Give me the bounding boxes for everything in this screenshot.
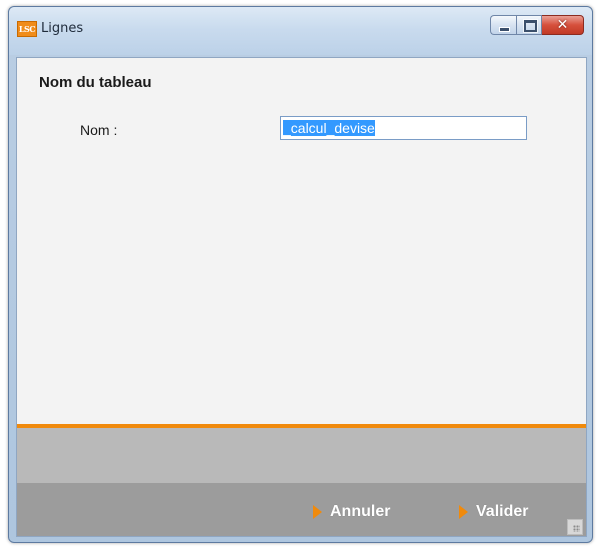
name-input[interactable] [280,116,527,140]
name-label: Nom : [80,122,118,138]
maximize-button[interactable] [516,15,542,35]
footer-action-bar: Annuler Valider [17,483,586,536]
cancel-button[interactable]: Annuler [313,502,390,522]
dialog-window: LSC Lignes ✕ Nom du tableau Nom : Annule… [8,6,593,543]
window-title: Lignes [41,21,84,36]
form-area: Nom du tableau Nom : [17,58,586,424]
validate-button[interactable]: Valider [459,502,528,522]
minimize-icon [499,27,510,32]
play-arrow-icon [459,505,468,519]
cancel-button-label: Annuler [330,503,391,520]
section-title: Nom du tableau [39,74,152,91]
footer-upper-band [17,428,586,483]
app-logo-icon: LSC [17,21,37,37]
maximize-icon [524,20,537,32]
dialog-client-area: Nom du tableau Nom : Annuler Valider [16,57,587,537]
close-icon: ✕ [556,17,569,33]
validate-button-label: Valider [476,503,529,520]
close-button[interactable]: ✕ [542,15,584,35]
play-arrow-icon [313,505,322,519]
resize-grip-icon[interactable] [567,519,583,535]
window-controls: ✕ [490,15,584,37]
title-bar[interactable]: LSC Lignes ✕ [9,7,592,55]
minimize-button[interactable] [490,15,516,35]
